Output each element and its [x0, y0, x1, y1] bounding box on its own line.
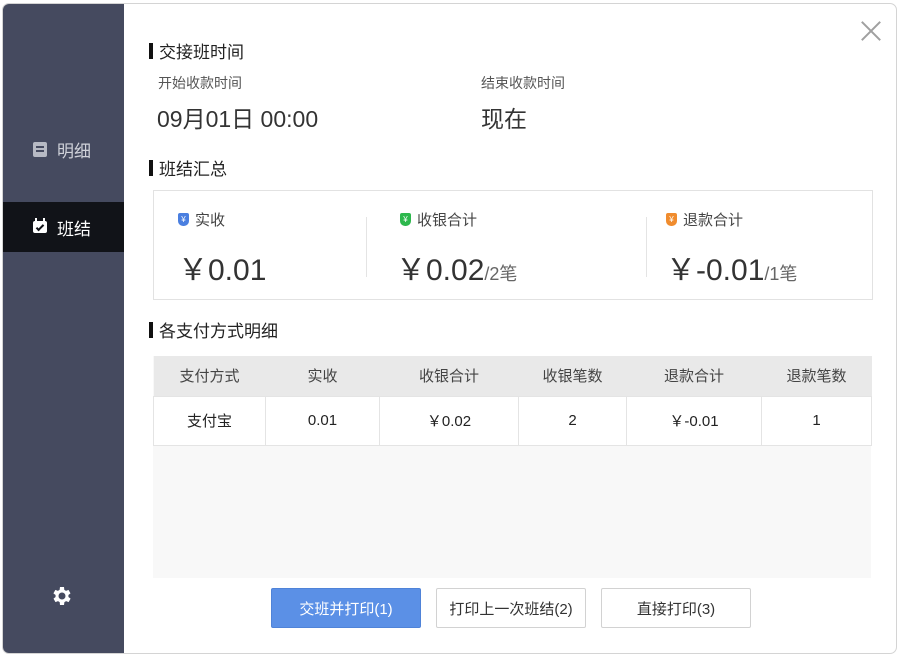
- actual-value: ￥0.01: [178, 245, 266, 289]
- collected-amount: ￥0.02: [396, 254, 485, 287]
- sidebar: 明细 班结: [3, 4, 124, 653]
- shift-settlement-window: 明细 班结 交接班时间 开始收款时间 09月01日 00:00 结束收款时间 现…: [2, 3, 897, 654]
- gear-icon[interactable]: [50, 584, 74, 608]
- collected-value: ￥0.02/2笔: [396, 245, 517, 289]
- refund-label-text: 退款合计: [683, 212, 744, 229]
- actual-label-text: 实收: [195, 212, 226, 229]
- calendar-check-icon: [33, 218, 47, 233]
- refund-value: ￥-0.01/1笔: [666, 245, 797, 289]
- table-cell: ￥-0.01: [626, 395, 762, 446]
- column-header: 退款合计: [626, 356, 762, 396]
- refund-label: ¥ 退款合计: [666, 209, 743, 230]
- refund-amount: ￥-0.01: [666, 254, 765, 287]
- table-header-row: 支付方式 实收 收银合计 收银笔数 退款合计 退款笔数: [153, 356, 872, 396]
- payment-details-table: 支付方式 实收 收银合计 收银笔数 退款合计 退款笔数 支付宝 0.01 ￥0.…: [153, 356, 872, 446]
- payment-details-table-area: 支付方式 实收 收银合计 收银笔数 退款合计 退款笔数 支付宝 0.01 ￥0.…: [153, 356, 872, 578]
- collected-label: ¥ 收银合计: [400, 209, 477, 230]
- start-time-value: 09月01日 00:00: [157, 106, 319, 132]
- sidebar-item-shift-settlement[interactable]: 班结: [3, 202, 124, 252]
- yen-icon: ¥: [666, 213, 677, 226]
- section-title-handover-time: 交接班时间: [149, 38, 244, 63]
- section-title-payment-details: 各支付方式明细: [149, 317, 278, 342]
- actual-label: ¥ 实收: [178, 209, 225, 230]
- column-header: 退款笔数: [761, 356, 872, 396]
- close-icon[interactable]: [860, 20, 882, 42]
- table-cell: 0.01: [265, 395, 380, 446]
- collected-label-text: 收银合计: [417, 212, 478, 229]
- divider: [366, 217, 367, 277]
- end-time-value: 现在: [481, 106, 527, 132]
- divider: [646, 217, 647, 277]
- summary-panel: ¥ 实收 ￥0.01 ¥ 收银合计 ￥0.02/2笔 ¥ 退款合计 ￥-0.01…: [153, 190, 873, 300]
- sidebar-item-label: 明细: [57, 141, 91, 161]
- column-header: 收银合计: [379, 356, 519, 396]
- table-row: 支付宝 0.01 ￥0.02 2 ￥-0.01 1: [153, 395, 872, 446]
- yen-icon: ¥: [400, 213, 411, 226]
- table-cell: 支付宝: [153, 395, 266, 446]
- column-header: 支付方式: [153, 356, 266, 396]
- print-last-settlement-button[interactable]: 打印上一次班结(2): [436, 588, 586, 628]
- yen-icon: ¥: [178, 213, 189, 226]
- list-icon: [33, 141, 47, 157]
- table-cell: 2: [518, 395, 627, 446]
- table-cell: 1: [761, 395, 872, 446]
- shift-and-print-button[interactable]: 交班并打印(1): [271, 588, 421, 628]
- refund-count: /1笔: [764, 264, 798, 284]
- section-title-summary: 班结汇总: [149, 155, 227, 180]
- sidebar-item-label: 班结: [57, 219, 91, 239]
- column-header: 收银笔数: [518, 356, 627, 396]
- actual-amount: ￥0.01: [178, 254, 267, 287]
- collected-count: /2笔: [484, 264, 518, 284]
- table-cell: ￥0.02: [379, 395, 519, 446]
- sidebar-item-details[interactable]: 明细: [3, 124, 124, 174]
- column-header: 实收: [265, 356, 380, 396]
- direct-print-button[interactable]: 直接打印(3): [601, 588, 751, 628]
- end-time-label: 结束收款时间: [481, 75, 565, 91]
- start-time-label: 开始收款时间: [158, 75, 242, 91]
